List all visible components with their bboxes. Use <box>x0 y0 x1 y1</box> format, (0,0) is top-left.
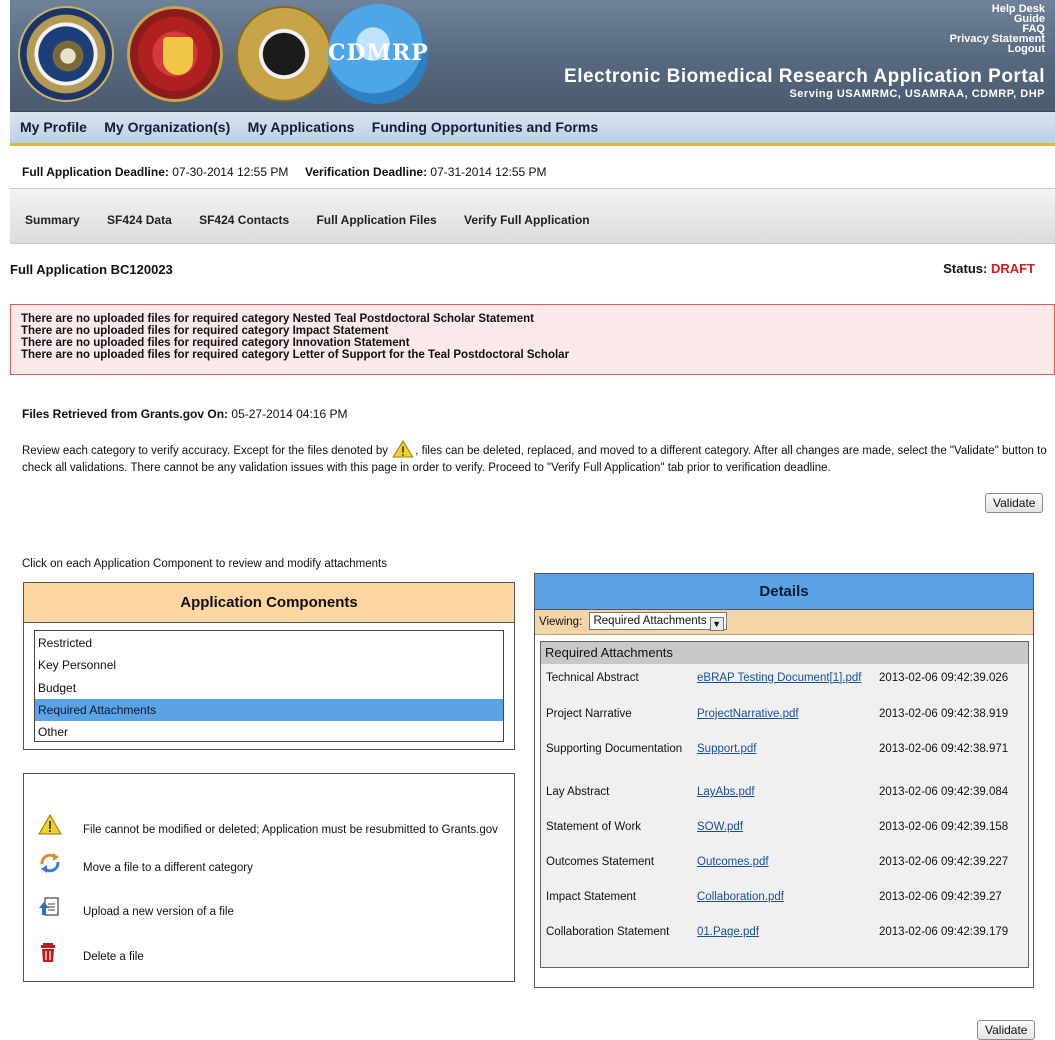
file-timestamp: 2013-02-06 09:42:39.084 <box>879 786 1009 798</box>
full-deadline-value: 07-30-2014 12:55 PM <box>172 165 289 179</box>
file-link[interactable]: ProjectNarrative.pdf <box>697 708 799 720</box>
details-panel: Details Viewing: Required Attachments ▼ R… <box>534 573 1034 988</box>
legend-label: Upload a new version of a file <box>83 906 234 918</box>
error-message: There are no uploaded files for required… <box>21 349 570 361</box>
file-timestamp: 2013-02-06 09:42:39.026 <box>879 672 1009 684</box>
error-message: There are no uploaded files for required… <box>21 325 389 337</box>
application-components-panel: Application Components Restricted Key Pe… <box>23 582 515 750</box>
legend-label: Delete a file <box>83 951 144 963</box>
validate-button[interactable]: Validate <box>977 1020 1036 1040</box>
chevron-down-icon[interactable]: ▼ <box>709 617 724 631</box>
error-message: There are no uploaded files for required… <box>21 313 534 325</box>
file-link[interactable]: Outcomes.pdf <box>697 856 769 868</box>
delete-icon <box>38 941 62 965</box>
cdmrp-logo: CDMRP <box>328 4 428 104</box>
main-nav: My Profile My Organization(s) My Applica… <box>10 112 1055 146</box>
file-category-name: Outcomes Statement <box>546 856 655 868</box>
top-links: Help Desk Guide FAQ Privacy Statement Lo… <box>950 4 1045 55</box>
usamraa-seal-logo <box>236 6 332 102</box>
viewing-select[interactable]: Required Attachments ▼ <box>589 612 727 631</box>
components-listbox[interactable]: Restricted Key Personnel Budget Required… <box>34 630 504 742</box>
component-item-restricted[interactable]: Restricted <box>35 632 503 654</box>
validation-errors: There are no uploaded files for required… <box>10 304 1055 375</box>
nav-my-organizations[interactable]: My Organization(s) <box>104 112 230 143</box>
move-icon <box>38 852 62 876</box>
file-link[interactable]: eBRAP Testing Document[1].pdf <box>697 672 862 684</box>
portal-title: Electronic Biomedical Research Applicati… <box>564 66 1045 87</box>
legend-label: File cannot be modified or deleted; Appl… <box>83 824 498 836</box>
status-value: DRAFT <box>990 261 1035 276</box>
details-category-header: Required Attachments <box>541 642 1028 664</box>
file-category-name: Statement of Work <box>546 821 642 833</box>
file-timestamp: 2013-02-06 09:42:39.179 <box>879 926 1009 938</box>
application-components-title: Application Components <box>24 583 514 623</box>
portal-subtitle: Serving USAMRMC, USAMRAA, CDMRP, DHP <box>789 88 1045 100</box>
files-retrieved-label: Files Retrieved from Grants.gov On: <box>22 407 229 421</box>
component-item-other[interactable]: Other <box>35 721 503 743</box>
full-deadline-label: Full Application Deadline: <box>22 165 169 179</box>
error-message: There are no uploaded files for required… <box>21 337 410 349</box>
tab-full-application-files[interactable]: Full Application Files <box>316 189 436 251</box>
warning-icon <box>391 440 415 462</box>
file-link[interactable]: Collaboration.pdf <box>697 891 784 903</box>
file-timestamp: 2013-02-06 09:42:38.919 <box>879 708 1009 720</box>
file-link[interactable]: Support.pdf <box>697 743 756 755</box>
files-retrieved: Files Retrieved from Grants.gov On: 05-2… <box>22 407 347 421</box>
dod-seal-logo <box>18 6 114 102</box>
file-timestamp: 2013-02-06 09:42:39.227 <box>879 856 1009 868</box>
file-link[interactable]: 01.Page.pdf <box>697 926 759 938</box>
application-title: Full Application BC120023 <box>10 262 173 277</box>
file-link[interactable]: SOW.pdf <box>697 821 743 833</box>
logout-link[interactable]: Logout <box>950 44 1045 55</box>
component-item-budget[interactable]: Budget <box>35 677 503 699</box>
tab-summary[interactable]: Summary <box>25 189 80 251</box>
viewing-label: Viewing: <box>539 616 583 628</box>
tab-sf424-contacts[interactable]: SF424 Contacts <box>199 189 289 251</box>
file-category-name: Collaboration Statement <box>546 926 670 938</box>
file-timestamp: 2013-02-06 09:42:39.27 <box>879 891 1002 903</box>
file-category-name: Project Narrative <box>546 708 632 720</box>
tab-verify-full-application[interactable]: Verify Full Application <box>464 189 590 251</box>
warning-icon <box>38 814 62 838</box>
file-category-name: Impact Statement <box>546 891 637 903</box>
protect-sustain-seal-logo <box>127 6 223 102</box>
component-item-required-attachments[interactable]: Required Attachments <box>35 698 503 722</box>
icon-legend: File cannot be modified or deleted; Appl… <box>23 773 515 982</box>
validate-button[interactable]: Validate <box>985 493 1044 513</box>
verify-deadline-label: Verification Deadline: <box>305 165 428 179</box>
status-badge: Status: DRAFT <box>943 261 1035 276</box>
details-viewing-bar: Viewing: Required Attachments ▼ <box>535 610 1033 635</box>
nav-my-applications[interactable]: My Applications <box>248 112 355 143</box>
deadlines-bar: Full Application Deadline: 07-30-2014 12… <box>22 165 547 179</box>
files-retrieved-value: 05-27-2014 04:16 PM <box>231 407 348 421</box>
verify-deadline-value: 07-31-2014 12:55 PM <box>430 165 547 179</box>
upload-icon <box>38 896 62 920</box>
details-file-list: Required Attachments Technical Abstract … <box>540 641 1029 968</box>
sub-nav: Summary SF424 Data SF424 Contacts Full A… <box>10 188 1055 244</box>
instructions-text: Review each category to verify accuracy.… <box>22 440 1052 475</box>
file-timestamp: 2013-02-06 09:42:39.158 <box>879 821 1009 833</box>
nav-my-profile[interactable]: My Profile <box>20 112 87 143</box>
tab-sf424-data[interactable]: SF424 Data <box>107 189 172 251</box>
file-link[interactable]: LayAbs.pdf <box>697 786 755 798</box>
details-title: Details <box>535 574 1033 610</box>
file-timestamp: 2013-02-06 09:42:38.971 <box>879 743 1009 755</box>
component-item-key-personnel[interactable]: Key Personnel <box>35 654 503 676</box>
file-category-name: Technical Abstract <box>546 672 639 684</box>
file-category-name: Lay Abstract <box>546 786 610 798</box>
component-hint: Click on each Application Component to r… <box>22 558 388 570</box>
nav-funding-opportunities[interactable]: Funding Opportunities and Forms <box>372 112 598 143</box>
legend-label: Move a file to a different category <box>83 862 253 874</box>
status-label: Status: <box>943 261 988 276</box>
file-category-name: Supporting Documentation <box>546 743 683 755</box>
header-banner: CDMRP Help Desk Guide FAQ Privacy Statem… <box>10 0 1055 112</box>
